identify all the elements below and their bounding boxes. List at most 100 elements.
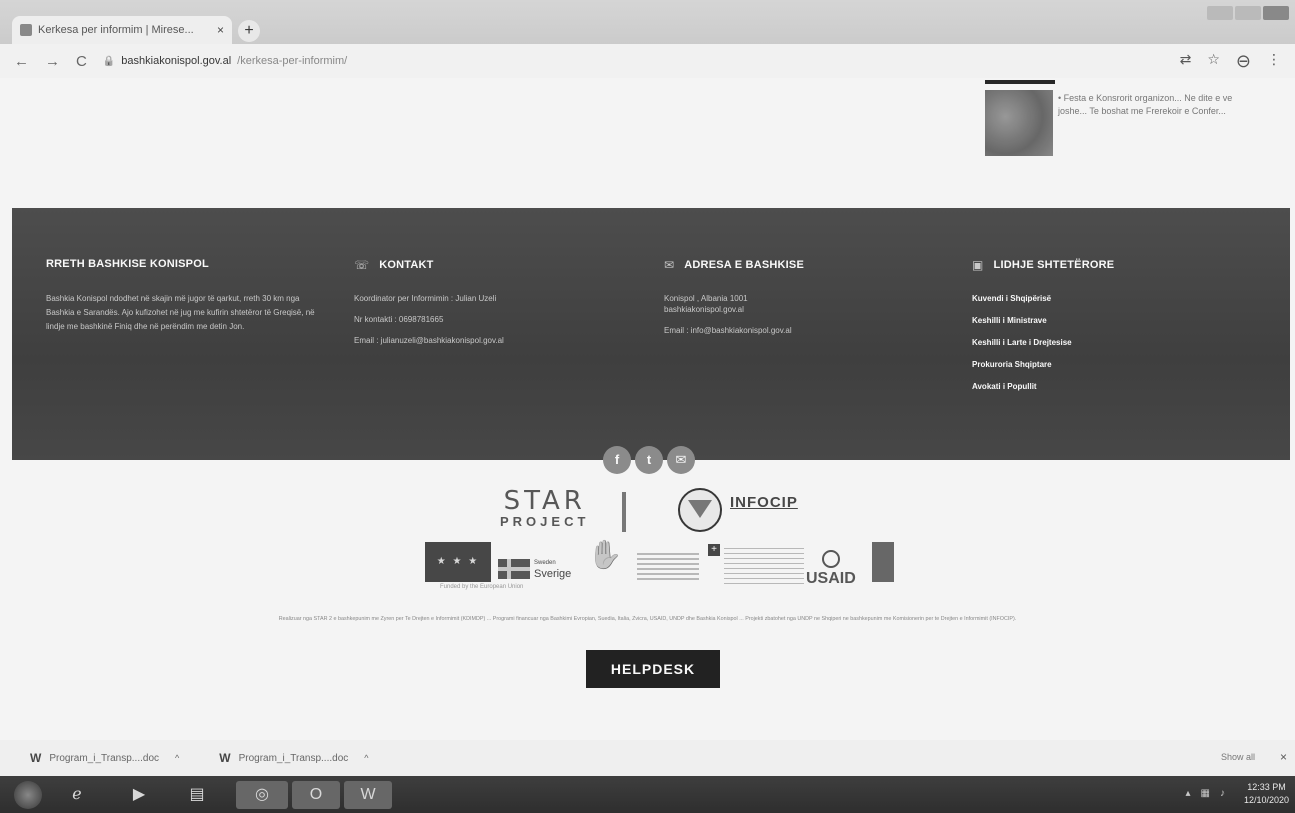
star-logo-subtext: PROJECT [500,514,590,529]
swiss-agency-logo [724,544,804,584]
chevron-up-icon[interactable]: ^ [364,753,368,763]
sverige-text: Sverige [534,568,572,580]
building-icon: ▣ [972,258,984,272]
volume-icon[interactable]: ♪ [1220,788,1225,799]
footer-contact-title: KONTAKT [379,259,434,271]
phone-icon: ☏ [354,258,370,272]
mail-icon: ✉ [664,258,675,272]
address-toolbar: ← → C 🔒 bashkiakonispol.gov.al /kerkesa-… [0,44,1295,78]
windows-taskbar: ℯ ▶ ▤ ◎ O W ▴ ▦ ♪ 12:33 PM 12/10/2020 [0,776,1295,813]
word-doc-icon: W [30,751,42,765]
site-footer: RRETH BASHKISE KONISPOL Bashkia Konispol… [12,208,1290,460]
footer-contact: ☏ KONTAKT Koordinator per Informimin : J… [354,258,594,357]
start-button[interactable] [14,781,42,809]
browser-tab-strip: Kerkesa per informim | Mirese... × + [0,0,1295,44]
bookmark-star-icon[interactable]: ☆ [1207,51,1220,72]
news-divider [985,80,1055,84]
clock-date: 12/10/2020 [1243,795,1289,805]
profile-icon[interactable]: ⊖ [1236,51,1251,72]
download-filename: Program_i_Transp....doc [49,752,160,764]
footer-address-heading: ✉ ADRESA E BASHKISE [664,258,884,272]
close-window-button[interactable] [1263,6,1289,20]
footer-gov-links: ▣ LIDHJE SHTETËRORE Kuvendi i Shqipërisë… [972,258,1172,404]
facebook-icon[interactable]: f [603,446,631,474]
gov-link-kuvendi[interactable]: Kuvendi i Shqipërisë [972,294,1172,303]
back-button[interactable]: ← [14,53,29,70]
tab-close-icon[interactable]: × [217,23,224,37]
chrome-taskbar-icon[interactable]: ◎ [236,781,288,809]
gov-link-avokati[interactable]: Avokati i Popullit [972,382,1172,391]
funding-disclaimer: Realizuar nga STAR 2 e bashkepunim me Zy… [278,616,1017,622]
footer-about: RRETH BASHKISE KONISPOL Bashkia Konispol… [46,258,326,334]
menu-kebab-icon[interactable]: ⋮ [1267,51,1281,72]
word-taskbar-icon[interactable]: W [344,781,392,809]
word-doc-icon: W [219,751,231,765]
footer-gov-heading: ▣ LIDHJE SHTETËRORE [972,258,1172,272]
tray-arrow-icon[interactable]: ▴ [1186,788,1191,799]
download-filename: Program_i_Transp....doc [238,752,349,764]
url-host: bashkiakonispol.gov.al [121,55,232,67]
new-tab-button[interactable]: + [238,20,260,42]
footer-address-title: ADRESA E BASHKISE [684,259,804,271]
browser-tab[interactable]: Kerkesa per informim | Mirese... × [12,16,232,44]
window-controls [1207,6,1289,20]
news-thumbnail[interactable] [985,90,1053,156]
address-city: Konispol , Albania 1001 [664,294,748,303]
partner-logos: STAR PROJECT INFOCIP ★ ★ ★ Funded by the… [0,478,1295,628]
sweden-logo: Sweden Sverige [498,558,571,580]
outlook-taskbar-icon[interactable]: O [292,781,340,809]
media-player-icon[interactable]: ▶ [122,781,156,809]
favicon-icon [20,24,32,36]
forward-button[interactable]: → [45,53,60,70]
contact-phone: Nr kontakti : 0698781665 [354,315,444,324]
footer-address: ✉ ADRESA E BASHKISE Konispol , Albania 1… [664,258,884,347]
reload-button[interactable]: C [76,53,87,70]
usaid-seal-icon [821,550,840,568]
contact-coordinator: Koordinator per Informimin : Julian Uzel… [354,294,497,303]
downloads-close-icon[interactable]: × [1280,750,1287,764]
taskbar-clock[interactable]: 12:33 PM 12/10/2020 [1244,781,1289,807]
download-item[interactable]: W Program_i_Transp....doc ^ [219,751,368,765]
sweden-logo-text: Sweden Sverige [534,558,571,580]
footer-about-title: RRETH BASHKISE KONISPOL [46,258,209,270]
file-explorer-icon[interactable]: ▤ [180,781,214,809]
gov-link-kld[interactable]: Keshilli i Larte i Drejtesise [972,338,1172,347]
email-icon[interactable]: ✉ [667,446,695,474]
footer-gov-title: LIDHJE SHTETËRORE [993,259,1115,271]
downloads-bar: W Program_i_Transp....doc ^ W Program_i_… [0,740,1295,776]
internet-explorer-icon[interactable]: ℯ [60,781,94,809]
lock-icon: 🔒 [102,55,116,67]
undp-logo-icon [872,542,894,582]
show-all-button[interactable]: Show all [1221,752,1255,762]
star-logo-bar [622,492,626,532]
address-email[interactable]: Email : info@bashkiakonispol.gov.al [664,326,884,335]
sweden-flag-icon [498,559,530,579]
footer-contact-heading: ☏ KONTAKT [354,258,594,272]
usaid-logo-text: USAID [806,570,856,587]
contact-email[interactable]: Email : julianuzeli@bashkiakonispol.gov.… [354,336,594,345]
maximize-button[interactable] [1235,6,1261,20]
address-site[interactable]: bashkiakonispol.gov.al [664,305,884,314]
partner-logo-text-block [637,550,699,580]
eu-caption: Funded by the European Union [440,584,524,590]
infocip-logo-text[interactable]: INFOCIP [730,494,798,511]
gov-link-prokuroria[interactable]: Prokuroria Shqiptare [972,360,1172,369]
hands-logo-icon: ✋ [587,539,623,570]
news-snippet[interactable]: • Festa e Konsrorit organizon... Ne dite… [1058,92,1238,118]
star-logo-text: STAR [503,486,586,516]
network-icon[interactable]: ▦ [1201,788,1210,799]
url-field[interactable]: 🔒 bashkiakonispol.gov.al /kerkesa-per-in… [103,55,1164,67]
infocip-logo-icon[interactable] [678,488,722,532]
web-page: • Festa e Konsrorit organizon... Ne dite… [0,78,1295,740]
download-item[interactable]: W Program_i_Transp....doc ^ [30,751,179,765]
chevron-up-icon[interactable]: ^ [175,753,179,763]
star-project-logo[interactable]: STAR PROJECT [500,486,589,529]
minimize-button[interactable] [1207,6,1233,20]
gov-link-ministrave[interactable]: Keshilli i Ministrave [972,316,1172,325]
footer-about-text: Bashkia Konispol ndodhet në skajin më ju… [46,294,315,331]
twitter-icon[interactable]: t [635,446,663,474]
translate-icon[interactable]: ⇄ [1180,51,1192,72]
clock-time: 12:33 PM [1247,782,1286,792]
eu-flag-icon: ★ ★ ★ [425,542,491,582]
helpdesk-button[interactable]: HELPDESK [586,650,720,688]
